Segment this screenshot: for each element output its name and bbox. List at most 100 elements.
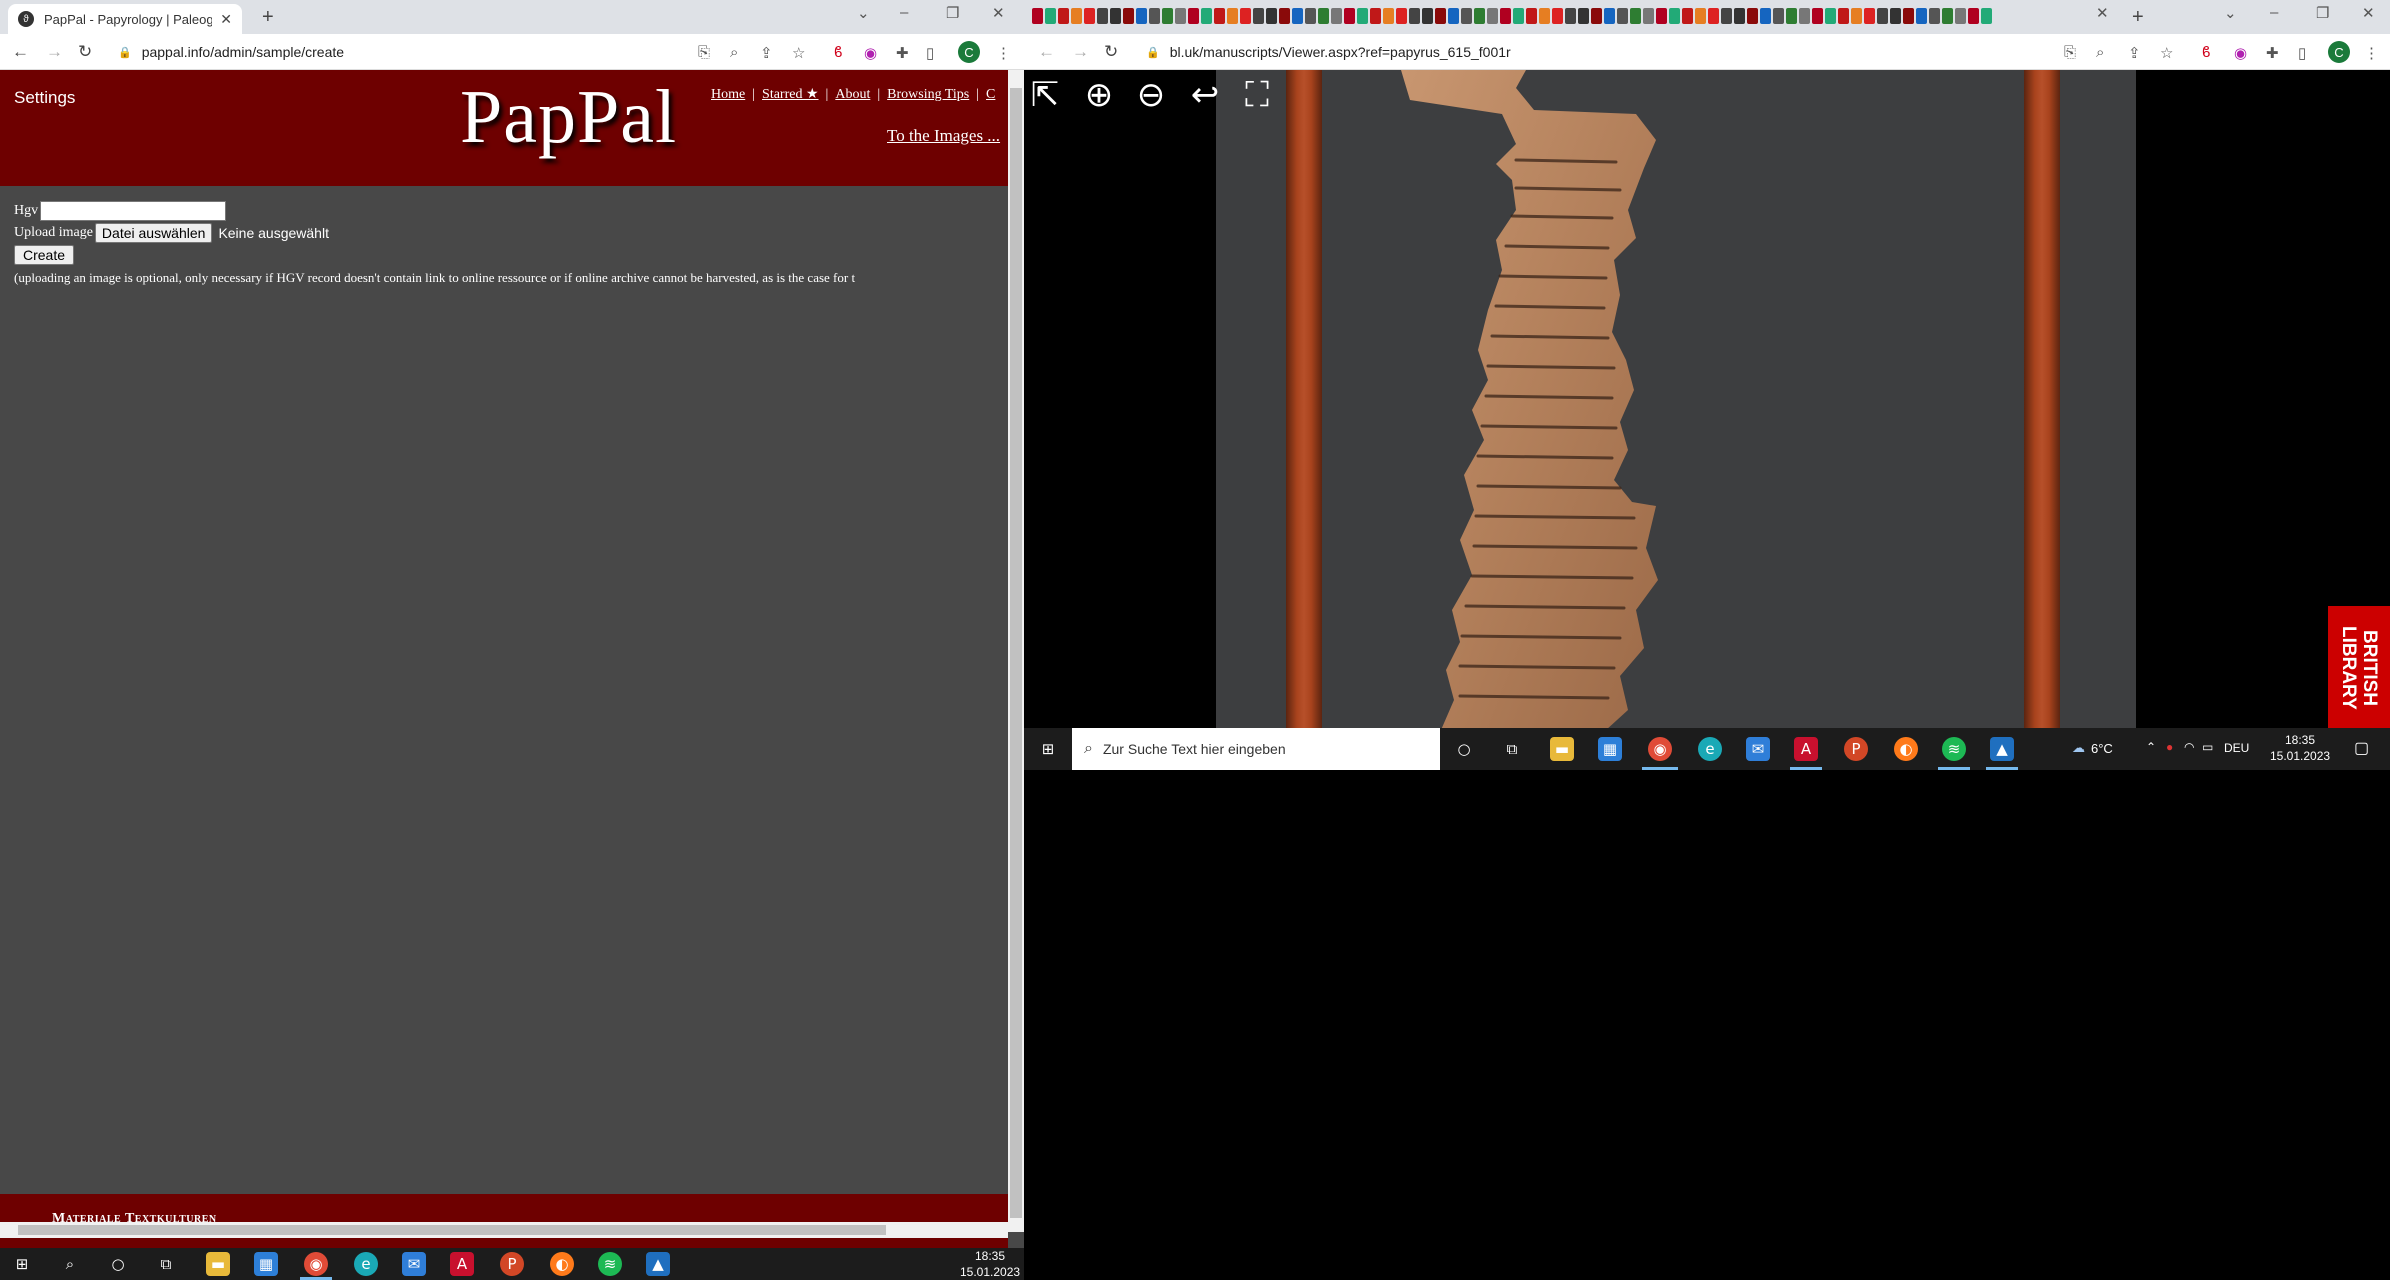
- acrobat-icon-right[interactable]: A: [1794, 737, 1818, 761]
- file-explorer-icon-right[interactable]: ▬: [1550, 737, 1574, 761]
- pinned-tab-favicon-icon[interactable]: [1851, 8, 1862, 24]
- pinned-tab-favicon-icon[interactable]: [1760, 8, 1771, 24]
- chrome-icon[interactable]: ◉: [304, 1252, 328, 1276]
- pinned-tab-favicon-icon[interactable]: [1123, 8, 1134, 24]
- pinned-tab-favicon-icon[interactable]: [1643, 8, 1654, 24]
- horizontal-scroll-thumb[interactable]: [18, 1225, 886, 1235]
- pinned-tab-favicon-icon[interactable]: [1136, 8, 1147, 24]
- pinned-tab-favicon-icon[interactable]: [1786, 8, 1797, 24]
- share-icon-right[interactable]: ⇪: [2128, 44, 2141, 62]
- photos-icon-right[interactable]: ▲: [1990, 737, 2014, 761]
- back-icon-right[interactable]: ←: [1038, 42, 1055, 62]
- pinned-tab-favicon-icon[interactable]: [1929, 8, 1940, 24]
- exit-viewer-icon[interactable]: ⇱: [1024, 74, 1066, 116]
- tab-search-icon[interactable]: ⌄: [857, 4, 870, 22]
- start-icon-right[interactable]: ⊞: [1036, 737, 1060, 761]
- pinned-tab-favicon-icon[interactable]: [1487, 8, 1498, 24]
- pinned-tab-favicon-icon[interactable]: [1032, 8, 1043, 24]
- pinned-tab-favicon-icon[interactable]: [1175, 8, 1186, 24]
- restore-icon[interactable]: ❐: [946, 4, 959, 22]
- close-window-icon[interactable]: ✕: [992, 4, 1005, 22]
- pinned-tab-favicon-icon[interactable]: [1513, 8, 1524, 24]
- pinned-tab-favicon-icon[interactable]: [1708, 8, 1719, 24]
- pinned-tab-favicon-icon[interactable]: [1825, 8, 1836, 24]
- forward-icon-right[interactable]: →: [1072, 42, 1089, 62]
- minimize-icon[interactable]: –: [900, 4, 908, 21]
- bookmark-star-icon-right[interactable]: ☆: [2160, 44, 2173, 62]
- pinned-tab-favicon-icon[interactable]: [1305, 8, 1316, 24]
- zoom-out-icon[interactable]: ⊖: [1130, 74, 1172, 116]
- search-icon[interactable]: ⌕: [58, 1252, 82, 1276]
- pinned-tab-favicon-icon[interactable]: [1461, 8, 1472, 24]
- extension-red-icon[interactable]: ϐ: [834, 44, 843, 61]
- reload-icon-right[interactable]: ↻: [1104, 42, 1118, 62]
- pinned-tab-favicon-icon[interactable]: [1695, 8, 1706, 24]
- settings-link[interactable]: Settings: [14, 88, 75, 108]
- store-icon[interactable]: ▦: [254, 1252, 278, 1276]
- edge-icon-right[interactable]: e: [1698, 737, 1722, 761]
- pinned-tab-favicon-icon[interactable]: [1968, 8, 1979, 24]
- pinned-tab-favicon-icon[interactable]: [1045, 8, 1056, 24]
- pinned-tab-favicon-icon[interactable]: [1422, 8, 1433, 24]
- firefox-icon[interactable]: ◐: [550, 1252, 574, 1276]
- url-field[interactable]: 🔒 pappal.info/admin/sample/create: [104, 39, 664, 65]
- nav-home[interactable]: Home: [711, 87, 745, 102]
- edge-icon[interactable]: e: [354, 1252, 378, 1276]
- clock-right[interactable]: 18:35 15.01.2023: [2270, 732, 2330, 764]
- sidepanel-icon[interactable]: ▯: [926, 44, 934, 62]
- pinned-tab-favicon-icon[interactable]: [1864, 8, 1875, 24]
- pinned-tab-favicon-icon[interactable]: [1630, 8, 1641, 24]
- powerpoint-icon[interactable]: P: [500, 1252, 524, 1276]
- menu-dots-icon[interactable]: ⋮: [996, 44, 1011, 62]
- pinned-tab-favicon-icon[interactable]: [1370, 8, 1381, 24]
- notifications-icon[interactable]: ▢: [2354, 738, 2369, 758]
- pinned-tab-favicon-icon[interactable]: [1058, 8, 1069, 24]
- tab-search-icon-right[interactable]: ⌄: [2224, 4, 2237, 22]
- pinned-tab-favicon-icon[interactable]: [1214, 8, 1225, 24]
- powerpoint-icon-right[interactable]: P: [1844, 737, 1868, 761]
- zoom-in-icon[interactable]: ⊕: [1078, 74, 1120, 116]
- reload-icon[interactable]: ↻: [78, 42, 92, 62]
- pinned-tab-favicon-icon[interactable]: [1344, 8, 1355, 24]
- pinned-tab-favicon-icon[interactable]: [1292, 8, 1303, 24]
- pinned-tab-favicon-icon[interactable]: [1279, 8, 1290, 24]
- mail-icon[interactable]: ✉: [402, 1252, 426, 1276]
- new-tab-icon-right[interactable]: +: [2132, 6, 2144, 29]
- profile-avatar-right[interactable]: C: [2328, 41, 2350, 63]
- pinned-tab-favicon-icon[interactable]: [1773, 8, 1784, 24]
- nav-starred[interactable]: Starred ★: [762, 87, 818, 102]
- pinned-tabs[interactable]: [1032, 8, 1992, 24]
- url-field-right[interactable]: 🔒 bl.uk/manuscripts/Viewer.aspx?ref=papy…: [1132, 39, 2032, 65]
- tray-overflow-icon[interactable]: ⌃: [2146, 740, 2156, 754]
- pinned-tab-favicon-icon[interactable]: [1604, 8, 1615, 24]
- restore-icon-right[interactable]: ❐: [2316, 4, 2329, 22]
- pinned-tab-favicon-icon[interactable]: [1331, 8, 1342, 24]
- weather-widget[interactable]: ☁ 6°C: [2072, 740, 2113, 756]
- pinned-tab-favicon-icon[interactable]: [1955, 8, 1966, 24]
- pinned-tab-favicon-icon[interactable]: [1981, 8, 1992, 24]
- pinned-tab-favicon-icon[interactable]: [1201, 8, 1212, 24]
- pinned-tab-favicon-icon[interactable]: [1357, 8, 1368, 24]
- pinned-tab-favicon-icon[interactable]: [1435, 8, 1446, 24]
- extensions-puzzle-icon[interactable]: ✚: [896, 44, 909, 62]
- to-the-images-link[interactable]: To the Images ...: [887, 126, 1000, 146]
- network-icon[interactable]: ◠: [2184, 740, 2194, 754]
- tray-app-icon[interactable]: ●: [2166, 740, 2173, 754]
- spotify-icon-right[interactable]: ≋: [1942, 737, 1966, 761]
- task-view-icon[interactable]: ⧉: [154, 1252, 178, 1276]
- pinned-tab-favicon-icon[interactable]: [1266, 8, 1277, 24]
- close-tab-icon[interactable]: ✕: [220, 11, 232, 28]
- pinned-tab-favicon-icon[interactable]: [1812, 8, 1823, 24]
- pinned-tab-favicon-icon[interactable]: [1682, 8, 1693, 24]
- nav-cut-off[interactable]: C: [986, 87, 995, 102]
- nav-browsing-tips[interactable]: Browsing Tips: [887, 87, 969, 102]
- clock-left[interactable]: 18:35 15.01.2023: [960, 1248, 1020, 1280]
- pinned-tab-favicon-icon[interactable]: [1734, 8, 1745, 24]
- translate-icon-right[interactable]: ⎘: [2064, 44, 2076, 61]
- translate-icon[interactable]: ⎘: [698, 44, 710, 61]
- bookmark-star-icon[interactable]: ☆: [792, 44, 805, 62]
- pinned-tab-favicon-icon[interactable]: [1877, 8, 1888, 24]
- tab-pappal[interactable]: ϑ PapPal - Papyrology | Paleograph ✕: [8, 4, 242, 34]
- store-icon-right[interactable]: ▦: [1598, 737, 1622, 761]
- manuscript-viewer[interactable]: ⇱ ⊕ ⊖ ↩ ⛶ BRITISH LIBRARY: [1024, 70, 2390, 730]
